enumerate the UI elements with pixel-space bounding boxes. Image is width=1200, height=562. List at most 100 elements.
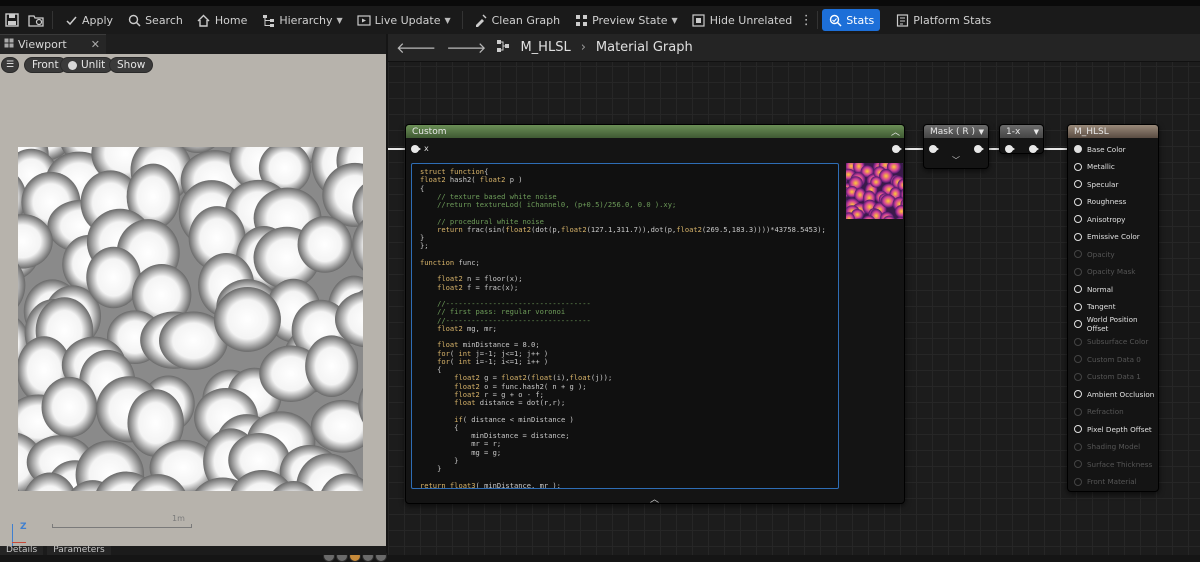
one-minus-node[interactable]: 1-x ▼ <box>999 124 1044 154</box>
tab-parameters[interactable]: Parameters <box>47 546 111 555</box>
material-input-pin[interactable] <box>1074 320 1082 328</box>
material-pin-row[interactable]: Normal <box>1074 283 1113 295</box>
material-input-pin[interactable] <box>1074 373 1082 381</box>
hide-unrelated-button[interactable]: Hide Unrelated <box>685 9 800 31</box>
material-graph-canvas[interactable]: 🡐 🡒 M_HLSL › Material Graph Custom ︿ x s… <box>388 34 1200 555</box>
material-pin-row[interactable]: Roughness <box>1074 196 1126 208</box>
collapse-chevron-icon[interactable]: ︿ <box>891 125 900 138</box>
clean-graph-button[interactable]: Clean Graph <box>467 9 567 31</box>
custom-input-pin[interactable] <box>411 145 419 153</box>
chevron-down-icon[interactable]: ▼ <box>979 128 984 136</box>
more-options-icon[interactable]: ⋮ <box>799 9 813 31</box>
material-input-pin[interactable] <box>1074 390 1082 398</box>
save-icon[interactable] <box>0 9 24 31</box>
stats-toggle[interactable]: Stats <box>822 9 880 31</box>
hierarchy-button[interactable]: Hierarchy ▼ <box>254 9 349 31</box>
tab-details[interactable]: Details <box>0 546 43 555</box>
main-toolbar: Apply Search Home Hierarchy ▼ Live Updat… <box>0 6 1200 34</box>
mask-input-pin[interactable] <box>929 145 937 153</box>
expand-chevron-icon[interactable]: ﹀ <box>952 155 960 166</box>
breadcrumb-asset[interactable]: M_HLSL <box>520 40 570 55</box>
material-pin-label: Pixel Depth Offset <box>1087 425 1152 434</box>
viewport-canvas[interactable]: ☰ Front Unlit Show Z 1m <box>0 54 386 546</box>
material-pin-row[interactable]: Custom Data 1 <box>1074 371 1141 383</box>
material-input-pin[interactable] <box>1074 338 1082 346</box>
home-button[interactable]: Home <box>190 9 254 31</box>
viewport-tab[interactable]: Viewport ✕ <box>0 34 106 54</box>
viewport-tab-label: Viewport <box>18 38 67 51</box>
custom-output-pin[interactable] <box>892 145 900 153</box>
expand-chevron-icon[interactable]: ︿ <box>650 492 659 505</box>
material-input-pin[interactable] <box>1074 460 1082 468</box>
material-pin-row[interactable]: Opacity Mask <box>1074 266 1135 278</box>
material-input-pin[interactable] <box>1074 285 1082 293</box>
material-pin-row[interactable]: Specular <box>1074 178 1118 190</box>
browse-asset-icon[interactable] <box>24 9 48 31</box>
close-icon[interactable]: ✕ <box>91 38 100 51</box>
mask-r-node[interactable]: Mask ( R ) ▼ ﹀ <box>923 124 989 169</box>
code-line: return frac(sin(float2(dot(p,float2(127.… <box>420 226 830 234</box>
material-pin-row[interactable]: World Position Offset <box>1074 318 1158 330</box>
material-input-pin[interactable] <box>1074 408 1082 416</box>
material-pin-row[interactable]: Tangent <box>1074 301 1116 313</box>
material-result-node[interactable]: M_HLSL Base Color Metallic Specular Roughne… <box>1067 124 1159 492</box>
material-pin-row[interactable]: Opacity <box>1074 248 1115 260</box>
show-button[interactable]: Show <box>109 57 153 73</box>
material-pin-row[interactable]: Refraction <box>1074 406 1124 418</box>
material-input-pin[interactable] <box>1074 478 1082 486</box>
custom-node[interactable]: Custom ︿ x struct function{float2 hash2(… <box>405 124 905 504</box>
material-pin-row[interactable]: Surface Thickness <box>1074 458 1152 470</box>
material-input-pin[interactable] <box>1074 198 1082 206</box>
material-pin-row[interactable]: Subsurface Color <box>1074 336 1148 348</box>
material-input-pin[interactable] <box>1074 233 1082 241</box>
breadcrumb-graph: Material Graph <box>596 40 693 55</box>
material-input-pin[interactable] <box>1074 268 1082 276</box>
mask-output-pin[interactable] <box>974 145 982 153</box>
material-input-pin[interactable] <box>1074 163 1082 171</box>
material-pin-row[interactable]: Base Color <box>1074 143 1126 155</box>
lighting-mode-button[interactable]: Unlit <box>60 57 113 73</box>
material-pin-row[interactable]: Emissive Color <box>1074 231 1140 243</box>
viewport-menu-button[interactable]: ☰ <box>1 57 19 73</box>
chevron-down-icon[interactable]: ▼ <box>1034 128 1039 136</box>
hlsl-code-editor[interactable]: struct function{float2 hash2( float2 p )… <box>411 163 839 489</box>
one-minus-node-title[interactable]: 1-x ▼ <box>1000 125 1043 138</box>
material-pin-label: Roughness <box>1087 197 1126 206</box>
material-node-title[interactable]: M_HLSL <box>1068 125 1158 138</box>
custom-node-title[interactable]: Custom ︿ <box>406 125 904 138</box>
apply-button[interactable]: Apply <box>57 9 120 31</box>
mask-node-title[interactable]: Mask ( R ) ▼ <box>924 125 988 138</box>
material-node-title-label: M_HLSL <box>1074 127 1109 137</box>
material-input-pin[interactable] <box>1074 180 1082 188</box>
material-pin-row[interactable]: Anisotropy <box>1074 213 1125 225</box>
material-input-pin[interactable] <box>1074 425 1082 433</box>
material-pin-row[interactable]: Shading Model <box>1074 441 1140 453</box>
preview-state-button[interactable]: Preview State ▼ <box>567 9 685 31</box>
code-line: } <box>420 465 830 473</box>
material-pin-row[interactable]: Front Material <box>1074 476 1137 488</box>
material-pin-row[interactable]: Ambient Occlusion <box>1074 388 1154 400</box>
graph-icon <box>496 39 510 57</box>
live-update-button[interactable]: Live Update ▼ <box>350 9 458 31</box>
code-line: float2 mg, mr; <box>420 325 830 333</box>
material-input-pin[interactable] <box>1074 215 1082 223</box>
material-input-pin[interactable] <box>1074 303 1082 311</box>
material-pin-row[interactable]: Metallic <box>1074 161 1115 173</box>
platform-stats-button[interactable]: Platform Stats <box>888 9 998 31</box>
material-pin-row[interactable]: Custom Data 0 <box>1074 353 1141 365</box>
material-input-pin[interactable] <box>1074 355 1082 363</box>
forward-arrow-icon[interactable]: 🡒 <box>446 38 486 57</box>
code-line: } <box>420 234 830 242</box>
one-minus-input-pin[interactable] <box>1005 145 1013 153</box>
live-update-label: Live Update <box>375 14 441 27</box>
custom-input-label: x <box>424 144 429 153</box>
home-icon <box>197 13 211 27</box>
material-input-pin[interactable] <box>1074 443 1082 451</box>
one-minus-output-pin[interactable] <box>1029 145 1037 153</box>
material-input-pin[interactable] <box>1074 145 1082 153</box>
material-input-pin[interactable] <box>1074 250 1082 258</box>
search-button[interactable]: Search <box>120 9 190 31</box>
code-line: float distance = dot(r,r); <box>420 399 830 407</box>
material-pin-row[interactable]: Pixel Depth Offset <box>1074 423 1152 435</box>
back-arrow-icon[interactable]: 🡐 <box>396 38 436 57</box>
